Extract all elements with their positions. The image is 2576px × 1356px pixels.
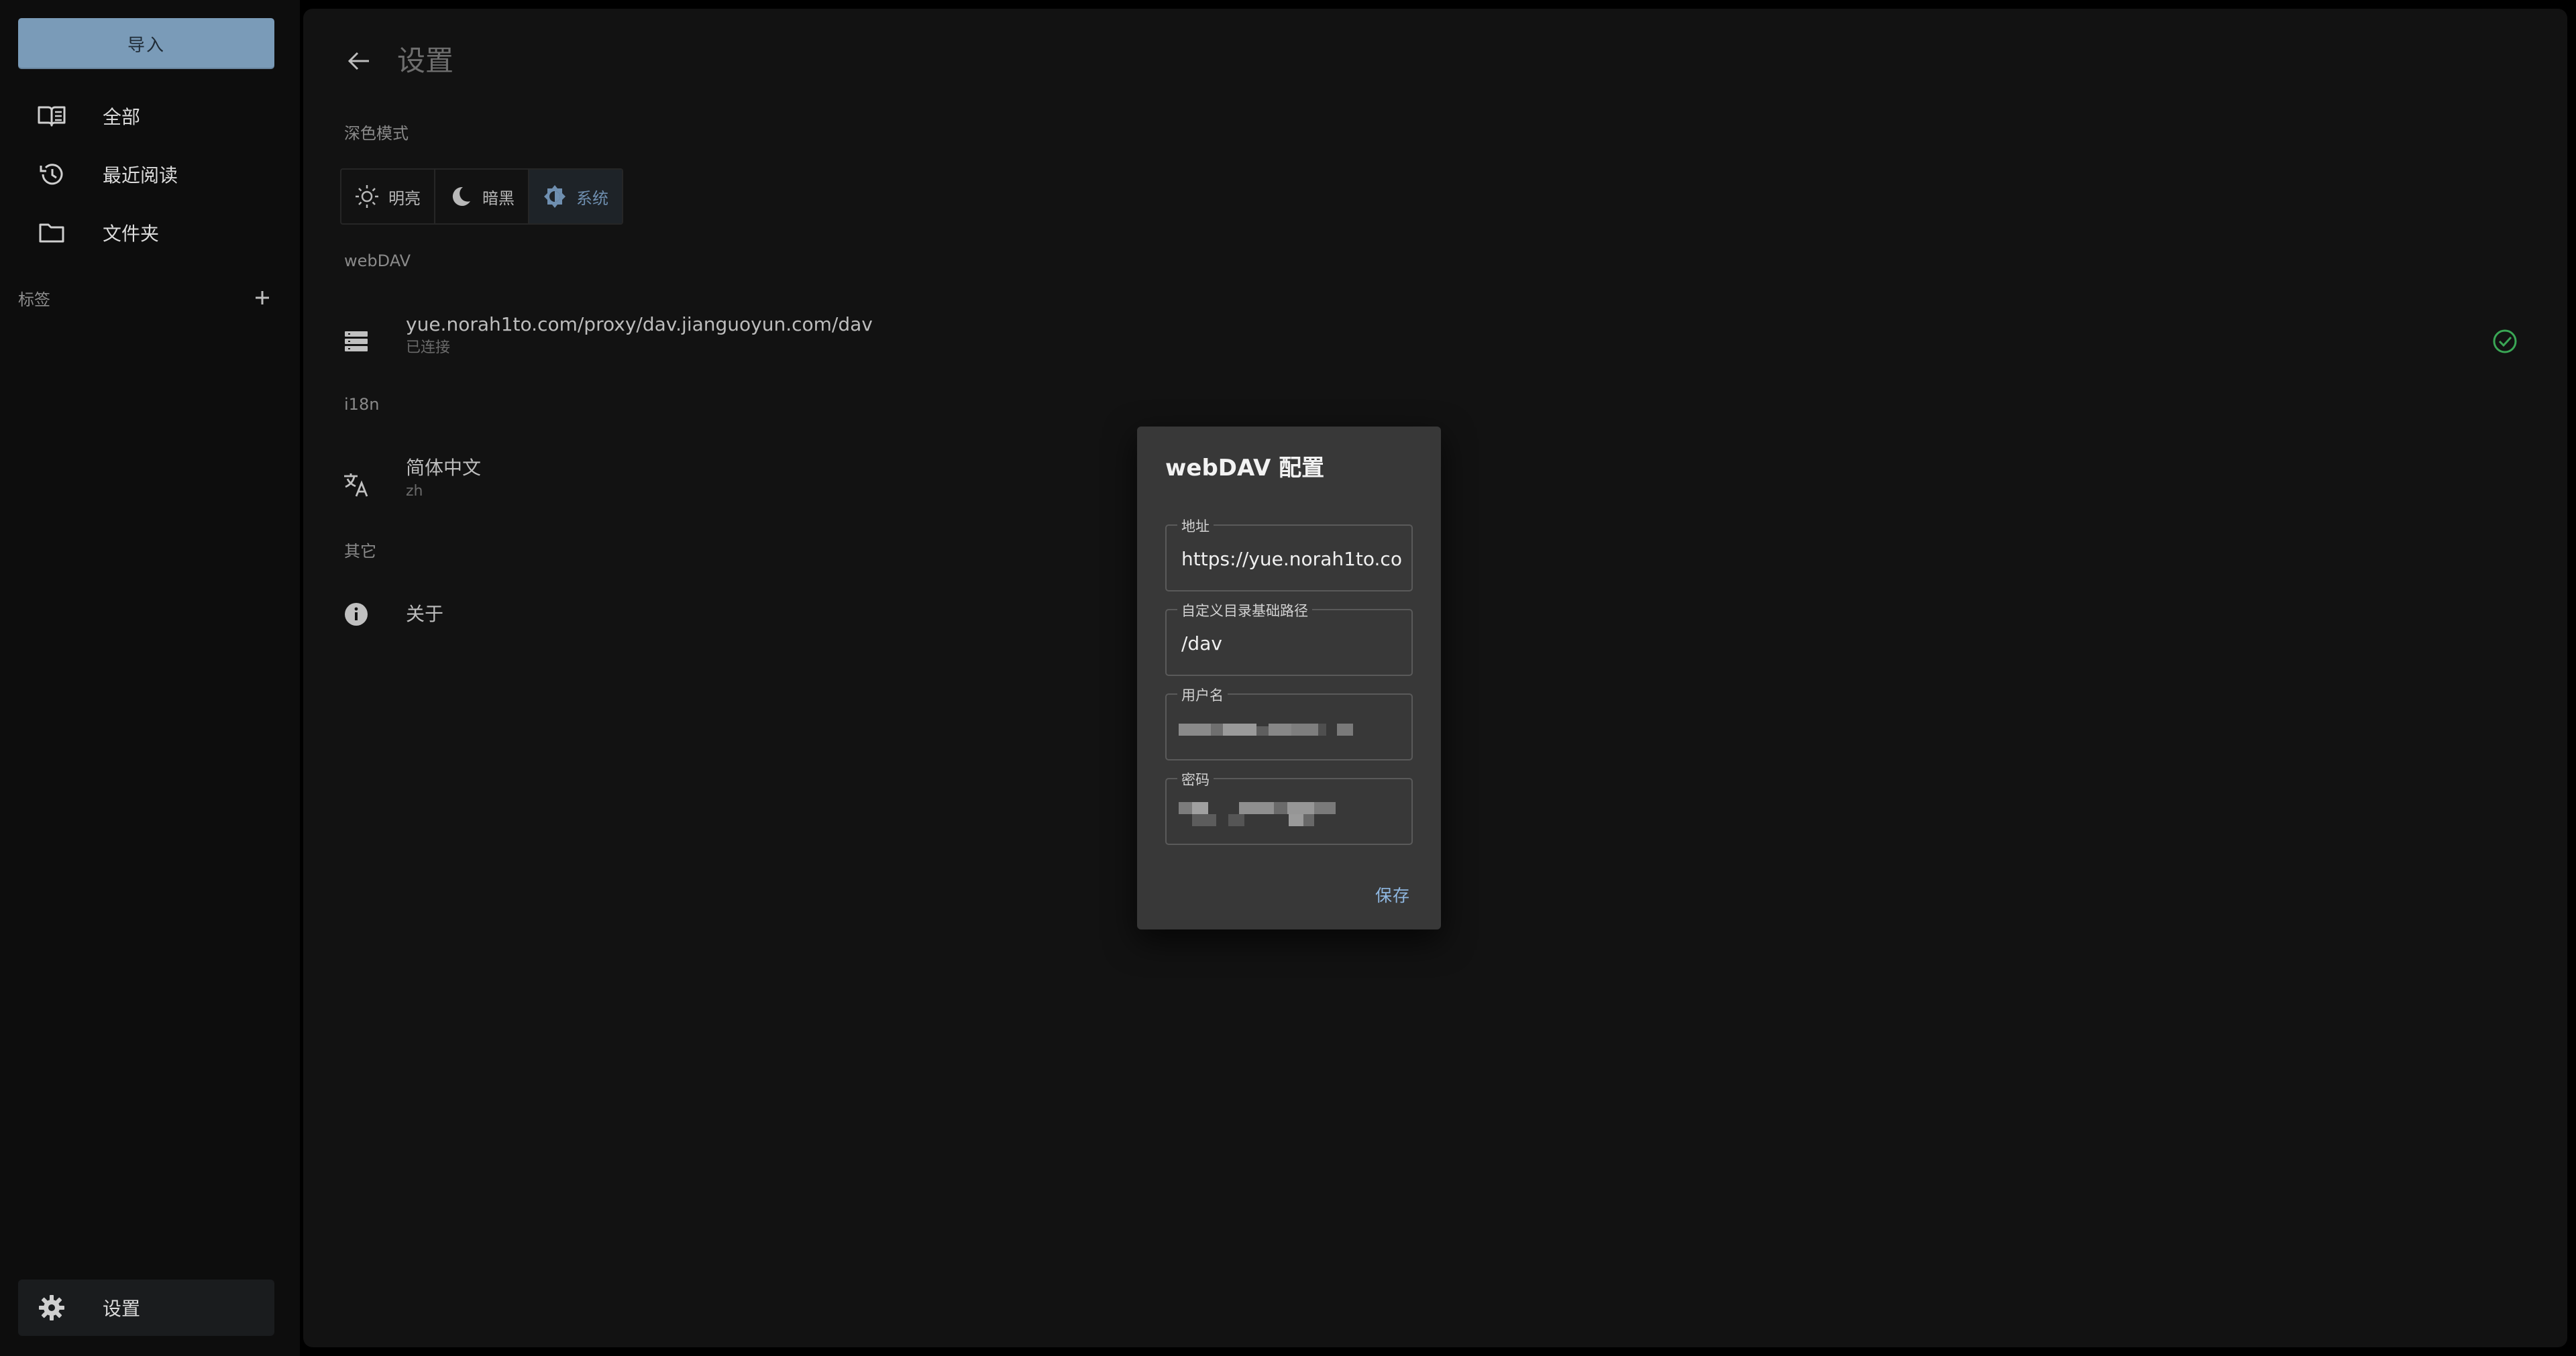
- contrast-icon: [541, 183, 568, 210]
- sidebar-item-label: 文件夹: [103, 223, 160, 245]
- webdav-row[interactable]: yue.norah1to.com/proxy/dav.jianguoyun.co…: [340, 311, 2534, 372]
- dialog-title: webDAV 配置: [1165, 455, 1325, 482]
- import-button[interactable]: 导入: [18, 18, 274, 69]
- about-label: 关于: [406, 603, 444, 625]
- password-label: 密码: [1177, 769, 1214, 789]
- sidebar: 导入 全部 最近阅读 文件夹 标签 设置: [0, 0, 300, 1356]
- arrow-left-icon: [347, 52, 369, 70]
- storage-icon: [340, 325, 372, 357]
- tags-header: 标签: [18, 284, 274, 311]
- check-circle-icon: [2489, 326, 2520, 357]
- language-text: 简体中文 zh: [406, 455, 481, 502]
- address-label: 地址: [1177, 516, 1214, 536]
- password-input-redacted[interactable]: [1179, 802, 1380, 826]
- password-field[interactable]: 密码: [1165, 769, 1413, 845]
- section-label-i18n: i18n: [344, 395, 380, 414]
- address-input[interactable]: https://yue.norah1to.com/proxy/dav.jiang…: [1181, 546, 1403, 573]
- webdav-status: 已连接: [406, 339, 451, 356]
- settings-label: 设置: [103, 1298, 141, 1320]
- about-text: 关于: [406, 601, 443, 628]
- sidebar-item-label: 最近阅读: [103, 164, 178, 186]
- section-label-dark-mode: 深色模式: [344, 124, 409, 143]
- page-title: 设置: [397, 44, 454, 77]
- language-name: 简体中文: [406, 457, 482, 479]
- section-label-webdav: webDAV: [344, 251, 411, 270]
- dark-mode-toggle: 明亮 暗黑 系统: [340, 168, 623, 225]
- toggle-system-label: 系统: [576, 188, 608, 208]
- webdav-text: yue.norah1to.com/proxy/dav.jianguoyun.co…: [406, 311, 873, 358]
- language-code: zh: [406, 483, 423, 500]
- base-path-input[interactable]: /dav: [1181, 630, 1403, 657]
- moon-icon: [447, 183, 474, 210]
- toggle-dark-label: 暗黑: [482, 188, 515, 208]
- username-field[interactable]: 用户名: [1165, 685, 1413, 760]
- username-input-redacted[interactable]: [1179, 718, 1380, 742]
- sidebar-item-all[interactable]: 全部: [18, 90, 274, 142]
- sidebar-item-folders[interactable]: 文件夹: [18, 207, 274, 259]
- sidebar-item-label: 全部: [103, 106, 141, 128]
- webdav-url: yue.norah1to.com/proxy/dav.jianguoyun.co…: [406, 313, 873, 335]
- tags-label: 标签: [18, 290, 50, 309]
- base-path-field[interactable]: 自定义目录基础路径 /dav: [1165, 600, 1413, 676]
- sun-icon: [354, 183, 380, 210]
- address-field[interactable]: 地址 https://yue.norah1to.com/proxy/dav.ji…: [1165, 516, 1413, 591]
- translate-icon: [340, 469, 372, 501]
- sidebar-item-recent[interactable]: 最近阅读: [18, 148, 274, 201]
- folder-icon: [36, 217, 68, 249]
- section-label-other: 其它: [344, 542, 376, 561]
- base-path-label: 自定义目录基础路径: [1177, 600, 1312, 620]
- toggle-system[interactable]: 系统: [529, 170, 622, 223]
- sidebar-item-settings[interactable]: 设置: [18, 1280, 274, 1336]
- toggle-dark[interactable]: 暗黑: [435, 170, 529, 223]
- info-icon: [340, 598, 372, 630]
- save-button[interactable]: 保存: [1375, 883, 1410, 907]
- app-root: 导入 全部 最近阅读 文件夹 标签 设置 设置 深色模式 明亮 暗黑 系统 we…: [0, 0, 2576, 1356]
- username-label: 用户名: [1177, 685, 1228, 705]
- history-icon: [36, 158, 68, 190]
- add-tag-icon[interactable]: [250, 286, 274, 310]
- gear-icon: [36, 1292, 68, 1324]
- toggle-light[interactable]: 明亮: [341, 170, 435, 223]
- book-open-icon: [36, 100, 68, 132]
- webdav-config-dialog: webDAV 配置 地址 https://yue.norah1to.com/pr…: [1137, 427, 1441, 929]
- back-button[interactable]: [340, 42, 378, 80]
- toggle-light-label: 明亮: [388, 188, 421, 208]
